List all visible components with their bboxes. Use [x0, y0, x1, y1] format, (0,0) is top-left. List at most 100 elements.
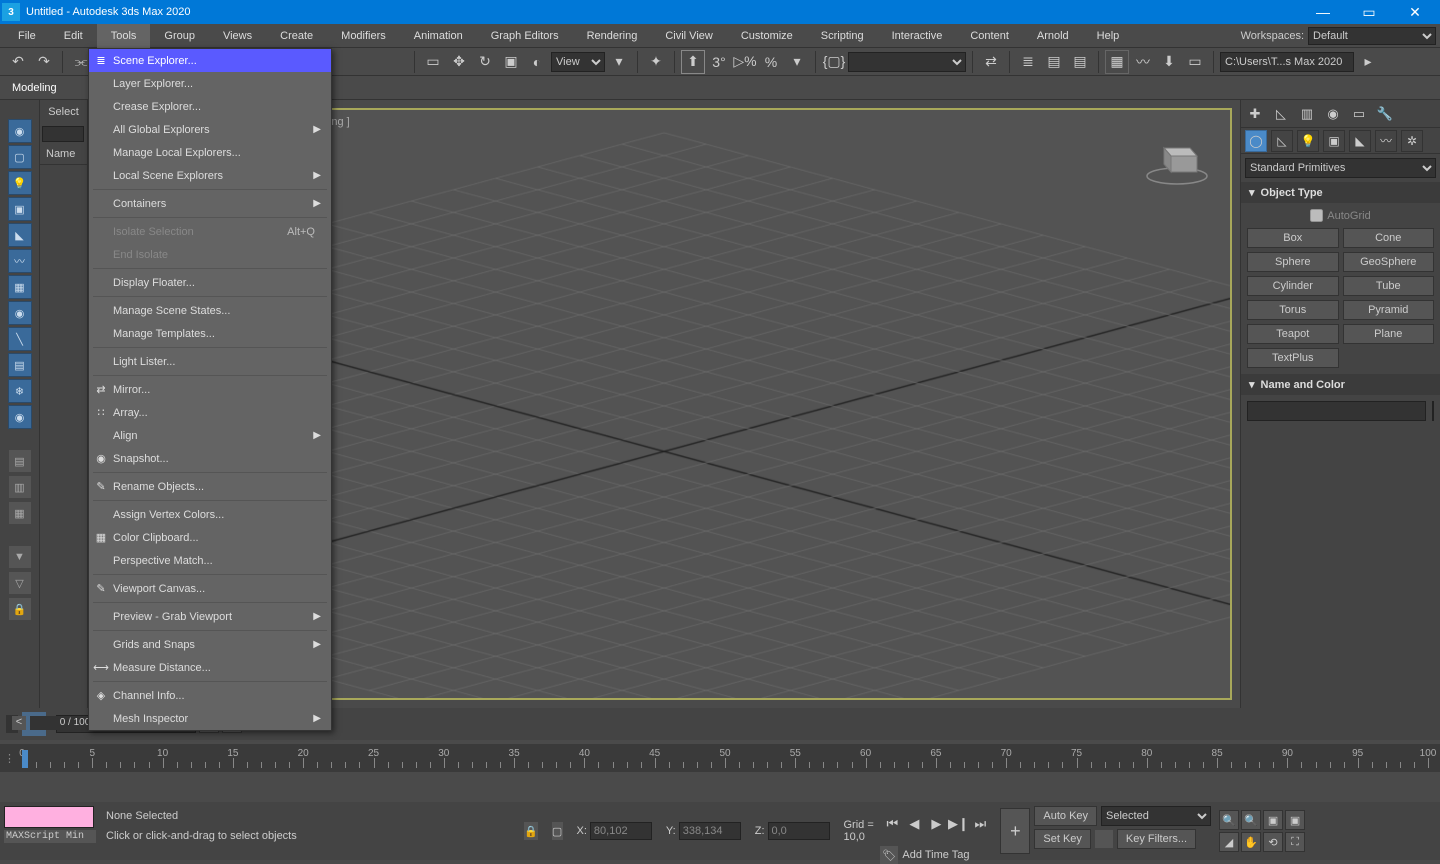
menuitem-all-global-explorers[interactable]: All Global Explorers▶ [89, 118, 331, 141]
named-sel-select[interactable] [848, 52, 966, 72]
menu-tools[interactable]: Tools [97, 24, 151, 48]
snap-toggle[interactable]: ⬆ [681, 50, 705, 74]
goto-end-button[interactable]: ⏭ [970, 814, 990, 834]
spinner-snap-button[interactable]: % [759, 50, 783, 74]
maximize-button[interactable]: ▭ [1346, 0, 1392, 24]
isolate-icon[interactable]: ▢ [552, 822, 563, 840]
primitive-tube[interactable]: Tube [1343, 276, 1435, 296]
display-tab-icon[interactable]: ▭ [1349, 104, 1369, 124]
primitive-sphere[interactable]: Sphere [1247, 252, 1339, 272]
render-frame-button[interactable]: ▭ [1183, 50, 1207, 74]
scale-button[interactable]: ▣ [499, 50, 523, 74]
menuitem-preview---grab-viewport[interactable]: Preview - Grab Viewport▶ [89, 605, 331, 628]
space-warp-icon[interactable]: 〰 [8, 249, 32, 273]
minimize-button[interactable]: — [1300, 0, 1346, 24]
xref-icon[interactable]: ◉ [8, 301, 32, 325]
menu-interactive[interactable]: Interactive [878, 24, 957, 48]
menuitem-manage-local-explorers[interactable]: Manage Local Explorers... [89, 141, 331, 164]
angle-snap-button[interactable]: 3° [707, 50, 731, 74]
named-sel-button[interactable]: {▢} [822, 50, 846, 74]
object-name-input[interactable] [1247, 401, 1426, 421]
geometry-icon[interactable]: ▢ [8, 145, 32, 169]
path-field[interactable] [1220, 52, 1354, 72]
menu-edit[interactable]: Edit [50, 24, 97, 48]
percent-snap-button[interactable]: ▷% [733, 50, 757, 74]
range-start-button[interactable]: < [12, 716, 26, 730]
menuitem-containers[interactable]: Containers▶ [89, 192, 331, 215]
time-slider-head[interactable] [22, 750, 28, 768]
timeline-config-icon[interactable]: ⋮ [4, 752, 15, 765]
prev-frame-button[interactable]: ◀ [904, 814, 924, 834]
rotate-button[interactable]: ↻ [473, 50, 497, 74]
subcategory-select[interactable]: Standard Primitives [1245, 158, 1436, 178]
filter-2-icon[interactable]: ▥ [8, 475, 32, 499]
utilities-tab-icon[interactable]: 🔧 [1375, 104, 1395, 124]
primitive-torus[interactable]: Torus [1247, 300, 1339, 320]
zoom-extents-all-icon[interactable]: ▣ [1285, 810, 1305, 830]
menuitem-channel-info[interactable]: ◈Channel Info... [89, 684, 331, 707]
menuitem-layer-explorer[interactable]: Layer Explorer... [89, 72, 331, 95]
bone-icon[interactable]: ╲ [8, 327, 32, 351]
shapes-cat-icon[interactable]: ◺ [1271, 130, 1293, 152]
menuitem-measure-distance[interactable]: ⟷Measure Distance... [89, 656, 331, 679]
mirror-tb-button[interactable]: ⇄ [979, 50, 1003, 74]
zoom-icon[interactable]: 🔍 [1219, 810, 1239, 830]
camera-icon[interactable]: ▣ [8, 197, 32, 221]
primitive-teapot[interactable]: Teapot [1247, 324, 1339, 344]
select-button[interactable]: ▭ [421, 50, 445, 74]
modify-tab-icon[interactable]: ◺ [1271, 104, 1291, 124]
maximize-viewport-icon[interactable]: ⛶ [1285, 832, 1305, 852]
group-icon[interactable]: ▦ [8, 275, 32, 299]
menuitem-grids-and-snaps[interactable]: Grids and Snaps▶ [89, 633, 331, 656]
move-button[interactable]: ✥ [447, 50, 471, 74]
primitive-textplus[interactable]: TextPlus [1247, 348, 1339, 368]
path-open-button[interactable]: ▸ [1356, 50, 1380, 74]
light-icon[interactable]: 💡 [8, 171, 32, 195]
add-time-tag-label[interactable]: Add Time Tag [902, 849, 969, 861]
close-button[interactable]: ✕ [1392, 0, 1438, 24]
setkey-button[interactable]: Set Key [1034, 829, 1091, 849]
container-icon[interactable]: ▤ [8, 353, 32, 377]
material-editor-button[interactable]: 〰 [1131, 50, 1155, 74]
menuitem-light-lister[interactable]: Light Lister... [89, 350, 331, 373]
menu-scripting[interactable]: Scripting [807, 24, 878, 48]
spacewarps-cat-icon[interactable]: 〰 [1375, 130, 1397, 152]
menuitem-mirror[interactable]: ⇄Mirror... [89, 378, 331, 401]
manip-button[interactable]: ✦ [644, 50, 668, 74]
menu-content[interactable]: Content [956, 24, 1023, 48]
primitive-plane[interactable]: Plane [1343, 324, 1435, 344]
systems-cat-icon[interactable]: ✲ [1401, 130, 1423, 152]
menu-group[interactable]: Group [150, 24, 209, 48]
funnel2-icon[interactable]: ▽ [8, 571, 32, 595]
helper-icon[interactable]: ◣ [8, 223, 32, 247]
menuitem-perspective-match[interactable]: Perspective Match... [89, 549, 331, 572]
refcoord-select[interactable]: View [551, 52, 605, 72]
primitive-pyramid[interactable]: Pyramid [1343, 300, 1435, 320]
funnel-icon[interactable]: ▼ [8, 545, 32, 569]
menuitem-array[interactable]: ∷Array... [89, 401, 331, 424]
name-color-rollout[interactable]: ▾Name and Color [1241, 374, 1440, 395]
frozen-icon[interactable]: ❄ [8, 379, 32, 403]
pan-icon[interactable]: ✋ [1241, 832, 1261, 852]
orbit-icon[interactable]: ⟲ [1263, 832, 1283, 852]
menuitem-scene-explorer[interactable]: ≣Scene Explorer... [89, 49, 331, 72]
menuitem-manage-scene-states[interactable]: Manage Scene States... [89, 299, 331, 322]
viewcube-icon[interactable] [1142, 128, 1212, 188]
select-search-input[interactable] [42, 126, 84, 142]
next-frame-button[interactable]: ▶❙ [948, 814, 968, 834]
object-type-rollout[interactable]: ▾Object Type [1241, 182, 1440, 203]
hidden-icon[interactable]: ◉ [8, 405, 32, 429]
curve-editor-button[interactable]: ▤ [1068, 50, 1092, 74]
coord-x-input[interactable] [590, 822, 652, 840]
time-slider[interactable]: ⋮ 05101520253035404550556065707580859095… [0, 744, 1440, 772]
workspace-select[interactable]: Default [1308, 27, 1436, 45]
primitive-cone[interactable]: Cone [1343, 228, 1435, 248]
object-color-swatch[interactable] [1432, 401, 1434, 421]
goto-start-button[interactable]: ⏮ [882, 814, 902, 834]
menu-customize[interactable]: Customize [727, 24, 807, 48]
motion-tab-icon[interactable]: ◉ [1323, 104, 1343, 124]
snaps-button[interactable]: ▾ [785, 50, 809, 74]
menu-animation[interactable]: Animation [400, 24, 477, 48]
menu-help[interactable]: Help [1083, 24, 1134, 48]
menuitem-manage-templates[interactable]: Manage Templates... [89, 322, 331, 345]
